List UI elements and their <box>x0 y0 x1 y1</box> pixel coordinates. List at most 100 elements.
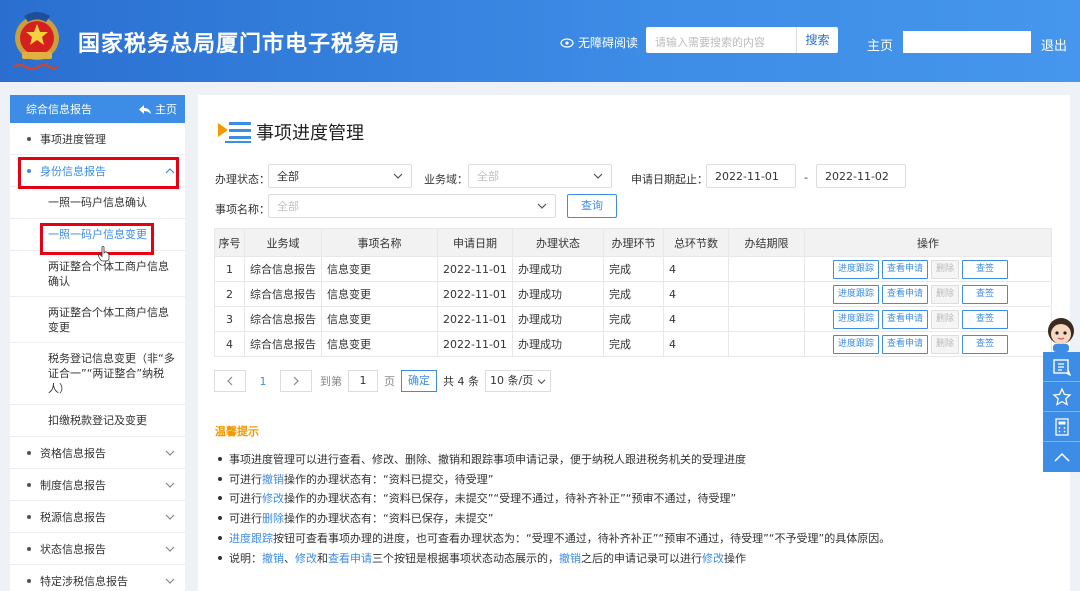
accessibility-link[interactable]: 无障碍阅读 <box>560 34 638 51</box>
date-range-label: 申请日期起止： <box>631 173 708 186</box>
track-progress-button[interactable]: 进度跟踪 <box>833 334 880 354</box>
table-cell: 3 <box>214 306 245 332</box>
view-application-button[interactable]: 查看申请 <box>882 284 929 304</box>
track-progress-button[interactable]: 进度跟踪 <box>833 259 880 279</box>
chevron-down-icon <box>537 203 547 209</box>
sidebar-subitem-withholding[interactable]: 扣缴税款登记及变更 <box>10 405 185 437</box>
sidebar-item-progress[interactable]: 事项进度管理 <box>10 123 185 155</box>
bullet-dot <box>27 578 31 583</box>
tax-emblem-icon <box>15 12 59 60</box>
sidebar-subitem-registration-change[interactable]: 税务登记信息变更（非“多证合一”“两证整合”纳税人） <box>10 343 185 405</box>
sidebar-subitem-two-cert-change[interactable]: 两证整合个体工商户信息变更 <box>10 297 185 343</box>
star-icon <box>1051 386 1072 406</box>
table-cell: 信息变更 <box>321 256 438 282</box>
emblem-caption-mark <box>13 64 57 70</box>
bullet-dot <box>27 450 31 455</box>
sidebar-item-system[interactable]: 制度信息报告 <box>10 469 185 501</box>
progress-table: 序号 业务域 事项名称 申请日期 办理状态 办理环节 总环节数 办结期限 操作 … <box>214 228 1052 357</box>
tip-highlight: 进度跟踪 <box>229 532 273 546</box>
sidebar-item-specific[interactable]: 特定涉税信息报告 <box>10 565 185 591</box>
sign-view-button[interactable]: 查签 <box>962 309 1009 329</box>
sidebar-item-qualification[interactable]: 资格信息报告 <box>10 437 185 469</box>
table-cell: 办理成功 <box>512 331 604 357</box>
delete-button[interactable]: 删除 <box>931 334 960 354</box>
chevron-right-icon <box>293 376 299 386</box>
tip-text: 事项进度管理可以进行查看、修改、删除、撤销和跟踪事项申请记录，便于纳税人跟进税务… <box>229 452 746 466</box>
table-cell: 综合信息报告 <box>244 281 322 307</box>
table-cell: 综合信息报告 <box>244 306 322 332</box>
bullet-dot <box>27 546 31 551</box>
sidebar-item-tax-source[interactable]: 税源信息报告 <box>10 501 185 533</box>
table-cell: 4 <box>663 256 729 282</box>
sidebar-subitem-confirm[interactable]: 一照一码户信息确认 <box>10 187 185 219</box>
tip-highlight: 修改 <box>262 492 284 506</box>
table-cell <box>728 331 805 357</box>
float-item-favorite[interactable] <box>1043 382 1080 412</box>
total-count: 共 4 条 <box>443 375 479 388</box>
float-item-consult[interactable] <box>1043 352 1080 382</box>
bullet-dot <box>218 496 222 501</box>
delete-button[interactable]: 删除 <box>931 309 960 329</box>
sidebar-item-status[interactable]: 状态信息报告 <box>10 533 185 565</box>
date-separator: - <box>804 171 808 184</box>
goto-confirm-button[interactable]: 确定 <box>401 370 437 392</box>
track-progress-button[interactable]: 进度跟踪 <box>833 309 880 329</box>
view-application-button[interactable]: 查看申请 <box>882 334 929 354</box>
user-name-area <box>903 31 1031 53</box>
date-from-input[interactable]: 2022-11-01 <box>706 164 796 188</box>
table-cell-actions: 进度跟踪 查看申请 删除 查签 <box>804 331 1052 357</box>
page-size-select[interactable]: 10 条/页 <box>485 370 552 392</box>
chevron-down-icon <box>593 173 603 179</box>
site-search-input[interactable]: 请输入需要搜索的内容 <box>646 27 796 53</box>
domain-select[interactable]: 全部 <box>468 164 612 188</box>
back-to-top-button[interactable] <box>1043 442 1080 472</box>
view-application-button[interactable]: 查看申请 <box>882 309 929 329</box>
table-cell: 4 <box>663 331 729 357</box>
assistant-avatar-icon[interactable] <box>1044 315 1078 353</box>
status-select-value: 全部 <box>277 170 299 183</box>
item-name-select[interactable]: 全部 <box>268 194 556 218</box>
tip-text: 、 <box>284 551 295 565</box>
delete-button[interactable]: 删除 <box>931 259 960 279</box>
table-cell: 完成 <box>603 306 664 332</box>
table-cell <box>728 256 805 282</box>
header-home-link[interactable]: 主页 <box>867 35 893 54</box>
status-select[interactable]: 全部 <box>268 164 412 188</box>
tip-text: 之后的申请记录可以进行 <box>581 551 702 565</box>
current-page-number[interactable]: 1 <box>246 375 280 388</box>
query-button[interactable]: 查询 <box>567 194 617 218</box>
tip-item: 说明： 撤销、修改和查看申请 三个按钮是根据事项状态动态展示的， 撤销 之后的申请记录可… <box>218 548 890 568</box>
sign-view-button[interactable]: 查签 <box>962 334 1009 354</box>
next-page-button[interactable] <box>280 370 312 392</box>
table-cell: 完成 <box>603 256 664 282</box>
page-title-text: 事项进度管理 <box>256 123 364 144</box>
goto-page-input[interactable]: 1 <box>348 370 378 392</box>
delete-button[interactable]: 删除 <box>931 284 960 304</box>
date-to-input[interactable]: 2022-11-02 <box>816 164 906 188</box>
list-title-icon <box>218 122 251 143</box>
annotation-highlight-box <box>40 223 154 255</box>
table-cell: 办理成功 <box>512 256 604 282</box>
page-title: 事项进度管理 <box>216 119 364 145</box>
site-search-button[interactable]: 搜索 <box>796 27 838 53</box>
page-size-value: 10 条/页 <box>490 374 534 387</box>
table-row: 2 综合信息报告 信息变更 2022-11-01 办理成功 完成 4 进度跟踪 查看申请 删除 查签 <box>214 281 1052 307</box>
prev-page-button[interactable] <box>214 370 246 392</box>
track-progress-button[interactable]: 进度跟踪 <box>833 284 880 304</box>
table-cell: 2022-11-01 <box>437 306 513 332</box>
table-cell: 2022-11-01 <box>437 281 513 307</box>
tip-item: 可进行 删除 操作的办理状态有：“资料已保存，未提交” <box>218 508 890 528</box>
sidebar-item-label: 状态信息报告 <box>40 542 106 556</box>
pagination: 1 到第 1 页 确定 共 4 条 10 条/页 <box>214 370 552 392</box>
chevron-down-icon <box>165 546 175 552</box>
logout-link[interactable]: 退出 <box>1041 35 1067 54</box>
sidebar-item-label: 资格信息报告 <box>40 446 106 460</box>
column-header: 办理环节 <box>603 228 664 257</box>
tip-item: 事项进度管理可以进行查看、修改、删除、撤销和跟踪事项申请记录，便于纳税人跟进税务… <box>218 449 890 469</box>
sign-view-button[interactable]: 查签 <box>962 259 1009 279</box>
table-cell: 4 <box>214 331 245 357</box>
float-item-calculator[interactable] <box>1043 412 1080 442</box>
view-application-button[interactable]: 查看申请 <box>882 259 929 279</box>
sidebar-home-link[interactable]: 主页 <box>139 101 177 117</box>
sign-view-button[interactable]: 查签 <box>962 284 1009 304</box>
